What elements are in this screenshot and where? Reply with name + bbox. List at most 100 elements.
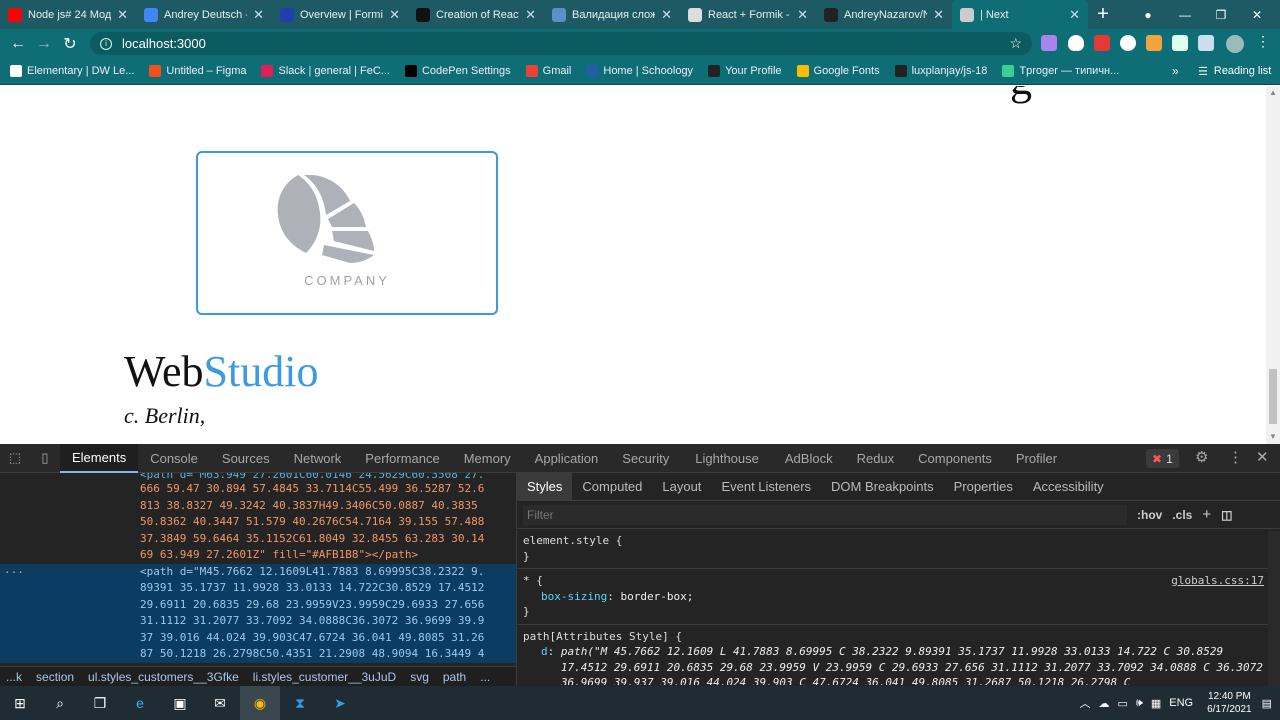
reload-icon[interactable]: ↻ [57,31,83,57]
devtools-tab[interactable]: Memory [452,444,523,473]
close-devtools-icon[interactable]: ✕ [1256,448,1269,466]
more-bookmarks-icon[interactable]: » [1172,64,1179,78]
styles-tab[interactable]: Layout [652,473,711,501]
breadcrumb-item[interactable]: ... [480,670,490,684]
language-indicator[interactable]: ENG [1169,697,1193,709]
company-logo-card[interactable]: COMPANY [196,151,498,315]
devtools-tab[interactable]: Redux [845,444,907,473]
styles-tab[interactable]: Computed [572,473,652,501]
settings-gear-icon[interactable]: ⚙ [1195,448,1208,466]
styles-filter-input[interactable] [523,504,1127,525]
page-scrollbar[interactable]: ▲ ▼ [1266,86,1280,444]
extension-icon[interactable] [1041,35,1057,51]
browser-tab[interactable]: Andrey Deutsch - ✕ [136,0,272,29]
devtools-tab[interactable]: Network [282,444,354,473]
vscode-icon[interactable]: ⧗ [280,686,320,720]
bookmark-item[interactable]: Your Profile [708,65,782,77]
hov-toggle[interactable]: :hov [1137,508,1162,522]
devtools-tab[interactable]: Components [906,444,1004,473]
rule-source-link[interactable]: globals.css:17 [1171,573,1264,589]
new-tab-button[interactable]: + [1088,0,1118,29]
element-style-rule[interactable]: element.style { } [517,529,1280,569]
breadcrumb-item[interactable]: ...k [6,670,22,684]
puzzle-icon[interactable] [1172,35,1188,51]
back-icon[interactable]: ← [5,31,31,57]
close-tab-icon[interactable]: ✕ [1069,7,1080,23]
bookmark-item[interactable]: CodePen Settings [404,65,511,77]
devtools-tab[interactable]: Elements [60,443,139,473]
browser-tab[interactable]: Overview | Formik ✕ [272,0,408,29]
close-tab-icon[interactable]: ✕ [253,7,264,23]
close-tab-icon[interactable]: ✕ [389,7,400,23]
close-tab-icon[interactable]: ✕ [933,7,944,23]
cloud-icon[interactable]: ☁ [1099,697,1110,710]
devtools-tab[interactable]: Security [610,444,683,473]
device-toolbar-icon[interactable]: ▯ [30,444,60,473]
sidebar-toggle-icon[interactable]: ◫ [1221,508,1232,522]
bookmark-item[interactable]: Home | Schoology [586,65,693,77]
scroll-up-icon[interactable]: ▲ [1269,88,1277,97]
task-view-icon[interactable]: ❐ [80,686,120,720]
styles-scrollbar[interactable] [1268,531,1280,686]
devtools-tab[interactable]: Lighthouse [683,444,773,473]
breadcrumb-item[interactable]: li.styles_customer__3uJuD [253,670,396,684]
breadcrumb-item[interactable]: path [443,670,466,684]
scroll-down-icon[interactable]: ▼ [1269,432,1277,441]
bookmark-item[interactable]: luxplanjay/js-18 [894,65,987,77]
media-icon[interactable] [1198,35,1214,51]
cls-toggle[interactable]: .cls [1172,508,1192,522]
breadcrumb-item[interactable]: ul.styles_customers__3Gfke [88,670,239,684]
bookmark-star-icon[interactable]: ☆ [1009,35,1022,52]
close-tab-icon[interactable]: ✕ [525,7,536,23]
store-icon[interactable]: ▣ [160,686,200,720]
bookmark-item[interactable]: Google Fonts [796,65,880,77]
chrome-icon[interactable]: ◉ [240,686,280,720]
devtools-tab[interactable]: AdBlock [773,444,845,473]
close-window-button[interactable]: ✕ [1234,0,1280,29]
search-icon[interactable]: ⌕ [40,686,80,720]
telegram-icon[interactable]: ➤ [320,686,360,720]
devtools-tab[interactable]: Console [138,444,210,473]
edge-icon[interactable]: e [120,686,160,720]
menu-icon[interactable]: ⋮ [1256,33,1272,49]
close-tab-icon[interactable]: ✕ [797,7,808,23]
error-badge[interactable]: ✖ 1 [1146,449,1179,468]
bookmark-item[interactable]: Slack | general | FeC... [261,65,390,77]
bookmark-item[interactable]: Untitled – Figma [149,65,246,77]
bookmark-item[interactable]: Gmail [525,65,571,77]
devtools-tab[interactable]: Application [523,444,611,473]
site-info-icon[interactable]: i [100,37,112,50]
styles-tab[interactable]: Styles [517,472,573,501]
universal-rule[interactable]: * { globals.css:17 box-sizing: border-bo… [517,569,1280,625]
bookmark-item[interactable]: Tproger — типичн... [1002,65,1119,77]
selected-node[interactable]: <path d="M45.7662 12.1609L41.7883 8.6999… [0,563,516,663]
mail-icon[interactable]: ✉ [200,686,240,720]
styles-tab[interactable]: DOM Breakpoints [821,473,944,501]
browser-tab[interactable]: Валидация сложн ✕ [544,0,680,29]
reading-list[interactable]: ☰ Reading list [1198,65,1271,78]
pen-extension-icon[interactable] [1094,35,1110,51]
add-rule-icon[interactable]: + [1202,506,1211,523]
browser-tab[interactable]: Node js# 24 Мод ✕ [0,0,136,29]
network-icon[interactable]: ▭ [1118,697,1128,710]
browser-tab[interactable]: | Next ✕ [952,0,1088,29]
volume-icon[interactable]: 🕪 [1136,697,1143,710]
close-tab-icon[interactable]: ✕ [661,7,672,23]
shield-extension-icon[interactable] [1068,35,1084,51]
inspect-icon[interactable]: ⬚ [0,444,30,473]
browser-tab[interactable]: Creation of React ✕ [408,0,544,29]
color-extension-icon[interactable] [1146,35,1162,51]
devtools-menu-icon[interactable]: ⋮ [1228,448,1243,466]
bookmark-item[interactable]: Elementary | DW Le... [10,65,134,77]
styles-tab[interactable]: Event Listeners [711,473,821,501]
path-attr-rule[interactable]: path[Attributes Style] { d: path("M 45.7… [517,625,1280,685]
browser-tab[interactable]: AndreyNazarov/N ✕ [816,0,952,29]
avatar[interactable] [1226,35,1244,53]
forward-icon[interactable]: → [31,31,57,57]
omnibox[interactable]: i localhost:3000 ☆ [90,32,1032,55]
keyboard-icon[interactable]: ▦ [1151,697,1161,710]
scrollbar-thumb[interactable] [1269,369,1277,424]
tray-arrow-icon[interactable]: ︿ [1080,695,1091,711]
circle-extension-icon[interactable] [1120,35,1136,51]
notifications-icon[interactable]: ▤ [1262,697,1272,710]
